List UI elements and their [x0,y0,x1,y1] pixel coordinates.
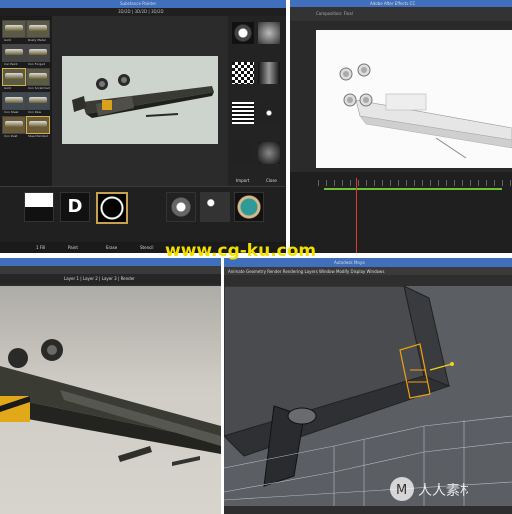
disc-thumb[interactable] [166,192,196,222]
texture-thumb[interactable] [258,102,280,124]
3d-viewport[interactable] [0,286,221,514]
material-thumb[interactable] [26,44,50,62]
status-item[interactable]: 1 Fill [36,245,45,250]
spaceship-closeup [0,339,221,466]
tool-shelf[interactable] [224,275,512,286]
menu-bar: Animate Geometry Render Rendering Layers… [224,267,512,275]
status-line [224,506,512,514]
face-thumb[interactable] [234,192,264,222]
material-label: Car Paint [4,62,18,66]
time-ruler[interactable] [318,180,512,186]
svg-text:M: M [396,483,407,498]
material-thumb[interactable] [2,44,26,62]
menu-bar: Composition: Final [290,7,512,21]
texture-shelf: Import Close [228,16,286,186]
work-area-bar[interactable] [324,188,502,190]
material-thumb[interactable] [26,20,50,38]
tab-strip-label[interactable]: Layer 1 | Layer 2 | Layer 3 | Render [64,276,135,281]
alpha-thumb[interactable] [24,192,54,222]
material-label: Gold [4,86,11,90]
texture-thumb[interactable] [258,62,280,84]
material-library: Gold Rusty Metal Car Paint Iron Forged G… [0,16,52,186]
material-label: Iron Forged [28,62,46,66]
site-watermark: www.cg-ku.com [165,241,317,261]
render-viewport-window: Layer 1 | Layer 2 | Layer 3 | Render [0,258,221,514]
spaceship-model [72,74,214,118]
texture-thumb[interactable] [258,142,280,164]
channel-shelf: D [0,186,286,243]
material-label: Iron Rust [4,134,18,138]
status-item[interactable]: Erase [106,245,117,250]
title-bar: Substance Painter [0,0,286,8]
window-title: Substance Painter [120,1,157,6]
material-label: Steel Painted [28,134,48,138]
title-bar: Adobe After Effects CC [290,0,512,7]
import-button[interactable]: Import [236,178,249,183]
material-thumb[interactable] [2,92,26,110]
material-label: Iron Raw [28,110,42,114]
material-thumb[interactable] [2,68,26,86]
3d-viewport[interactable] [62,56,218,144]
material-thumb[interactable] [26,116,50,134]
material-thumb[interactable] [26,68,50,86]
wireframe-model [224,285,512,506]
ring-thumb[interactable] [96,192,128,224]
material-thumb[interactable] [26,92,50,110]
document-tabs[interactable]: Layer 1 | Layer 2 | Layer 3 | Render [0,274,221,284]
viewport-label: 3D/2D | 3D/2D | 3D/2D [118,9,164,14]
wireframe-viewport[interactable] [224,285,512,506]
compositor-window: Adobe After Effects CC Composition: Fina… [290,0,512,253]
window-title: Adobe After Effects CC [370,1,416,6]
material-label: Iron Scratched [28,86,50,90]
badge-text: 人人素材 [418,483,468,499]
dots-thumb[interactable] [200,192,230,222]
texture-thumb[interactable] [232,102,254,124]
texture-thumb[interactable] [232,142,254,164]
badge-watermark: M 人人素材 [388,474,474,508]
menu-items[interactable]: Animate Geometry Render Rendering Layers… [228,269,384,274]
material-thumb[interactable] [2,20,26,38]
close-button[interactable]: Close [266,178,277,183]
texture-thumb[interactable] [232,62,254,84]
texture-thumb[interactable] [258,22,280,44]
status-item[interactable]: Paint [68,245,78,250]
glyph-thumb[interactable]: D [60,192,90,222]
composition-viewer[interactable] [316,30,512,168]
texture-thumb[interactable] [232,22,254,44]
status-item[interactable]: Stencil [140,245,154,250]
window-title: Autodesk Maya [334,260,365,265]
composition-tab[interactable]: Composition: Final [316,11,353,16]
material-editor-window: Substance Painter 3D/2D | 3D/2D | 3D/2D … [0,0,286,253]
playhead[interactable] [356,178,357,253]
viewport-toolbar: 3D/2D | 3D/2D | 3D/2D [0,8,286,16]
material-thumb[interactable] [2,116,26,134]
material-label: Iron Steel [4,110,19,114]
modeling-window: Autodesk Maya Animate Geometry Render Re… [224,258,512,514]
clay-render [339,63,512,159]
material-label: Gold [4,38,11,42]
material-label: Rusty Metal [28,38,46,42]
menu-bar [0,266,221,274]
